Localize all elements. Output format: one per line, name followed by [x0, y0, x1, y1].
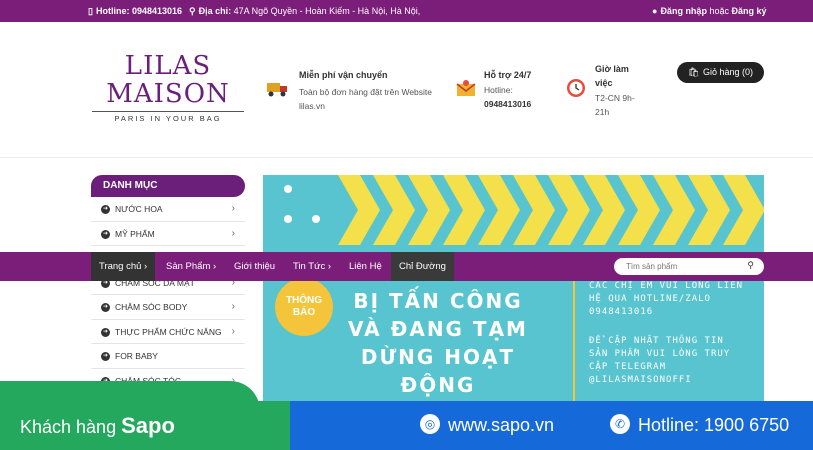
banner-contact-info: CÁC CHỊ EM VUI LÒNG LIÊN HỆ QUA HOTLINE/… — [589, 280, 764, 387]
arrow-circle-icon: ➜ — [101, 205, 110, 214]
sapo-promo-bar: Khách hàng Sapo ◎ www.sapo.vn ✆ Hotline: 1… — [0, 401, 813, 450]
contact-line: HỆ QUA HOTLINE/ZALO — [589, 294, 711, 304]
nav-contact[interactable]: Liên Hệ — [341, 252, 390, 281]
chevron-right-icon: › — [231, 325, 235, 337]
clock-icon — [567, 79, 585, 97]
login-link[interactable]: Đăng nhập — [660, 6, 707, 16]
search-box: ⚲ — [614, 258, 764, 275]
map-pin-icon: ⚲ — [189, 6, 196, 16]
headline-line: BỊ TẤN CÔNG — [353, 289, 523, 313]
search-icon[interactable]: ⚲ — [747, 260, 754, 271]
phone-icon: ▯ — [88, 6, 93, 16]
contact-line: ĐỂ CẬP NHẬT THÔNG TIN — [589, 336, 724, 346]
globe-icon: ◎ — [420, 414, 440, 435]
site-header: LILAS MAISON PARIS IN YOUR BAG Miễn phí … — [0, 22, 813, 158]
support-mail-icon — [456, 80, 476, 96]
hours-line2: 21h — [595, 107, 610, 117]
chevron-right-icon: › — [231, 227, 235, 239]
hours-title: Giờ làm — [595, 64, 629, 74]
nav-news[interactable]: Tin Tức › — [285, 252, 339, 281]
chevron-right-icon: › — [231, 203, 235, 214]
promo-prefix: Khách hàng — [20, 417, 117, 437]
logo-brand: LILAS MAISON — [106, 51, 230, 109]
sidebar-item-label: CHĂM SÓC BODY — [115, 302, 188, 312]
sidebar-item-label: FOR BABY — [115, 351, 158, 361]
decor-dot — [284, 185, 292, 193]
sidebar-item-label: MỸ PHẨM — [115, 228, 155, 239]
decor-dot — [312, 215, 320, 223]
address-text: 47A Ngõ Quyền - Hoàn Kiếm - Hà Nội, Hà N… — [233, 6, 421, 16]
banner-divider — [573, 275, 575, 415]
contact-line: 0948413016 — [589, 307, 654, 317]
hours-line1: T2-CN 9h- — [595, 93, 635, 103]
chevron-stripe-graphic — [338, 175, 764, 245]
cart-label: Giỏ hàng (0) — [703, 67, 754, 77]
headline-line: DỪNG HOẠT — [360, 345, 516, 369]
logo-tagline: PARIS IN YOUR BAG — [92, 111, 244, 123]
promo-hotline[interactable]: ✆ Hotline: 1900 6750 — [610, 401, 789, 450]
arrow-circle-icon: ➜ — [101, 229, 110, 239]
sidebar-item-label: NƯỚC HOA — [115, 204, 163, 214]
support-line1: Hotline: — [484, 85, 513, 95]
sidebar-item-label: THỰC PHẨM CHỨC NĂNG — [115, 326, 222, 337]
topbar-address: ⚲ Địa chỉ: 47A Ngõ Quyền - Hoàn Kiếm - Hà… — [189, 6, 420, 17]
promo-customer-text: Khách hàng Sapo — [20, 401, 175, 450]
truck-icon — [267, 83, 287, 97]
contact-line: SẢN PHẨM VUI LÒNG TRUY — [589, 349, 731, 359]
hours-title-2: việc — [595, 78, 613, 88]
shipping-title: Miễn phí vận chuyển — [299, 70, 388, 80]
top-bar: ▯ Hotline: 0948413016 ⚲ Địa chỉ: 47A Ngõ Q… — [0, 0, 813, 22]
promo-website[interactable]: ◎ www.sapo.vn — [420, 401, 554, 450]
or-text: hoặc — [709, 6, 729, 16]
notice-badge: THÔNG BÁO — [275, 278, 333, 336]
cart-icon: 🛍 — [688, 67, 700, 77]
sidebar-item-my-pham[interactable]: ➜ MỸ PHẨM › — [91, 221, 245, 246]
phone-icon: ✆ — [610, 414, 630, 435]
site-logo[interactable]: LILAS MAISON PARIS IN YOUR BAG — [92, 52, 244, 123]
arrow-circle-icon: ➜ — [101, 327, 110, 337]
category-sidebar: DANH MỤC ➜ NƯỚC HOA › ➜ MỸ PHẨM › ➜ CHĂM… — [91, 175, 245, 415]
headline-line: ĐỘNG — [400, 373, 476, 397]
search-input[interactable] — [626, 260, 741, 273]
decor-dot — [284, 215, 292, 223]
banner-headline: TRANG LILAS BỊ TẤN CÔNG VÀ ĐANG TẠM DỪNG… — [323, 261, 553, 399]
sidebar-heading: DANH MỤC — [91, 175, 245, 197]
support-title: Hỗ trợ 24/7 — [484, 70, 532, 80]
contact-line: @LILASMAISONOFFI — [589, 375, 692, 385]
contact-line: CẬP TELEGRAM — [589, 362, 667, 372]
topbar-hotline[interactable]: ▯ Hotline: 0948413016 — [88, 6, 182, 17]
address-label: Địa chỉ: — [198, 6, 232, 16]
nav-home[interactable]: Trang chủ › — [91, 252, 156, 281]
sapo-logo: Sapo — [121, 413, 175, 438]
topbar-account: ● Đăng nhập hoặc Đăng ký — [652, 6, 767, 16]
chevron-right-icon: › — [231, 301, 235, 312]
nav-about[interactable]: Giới thiệu — [226, 252, 283, 281]
hotline-label: Hotline: — [95, 6, 130, 16]
hotline-text: Hotline: 1900 6750 — [638, 415, 790, 435]
sidebar-item-cham-soc-body[interactable]: ➜ CHĂM SÓC BODY › — [91, 295, 245, 320]
shipping-line2: lilas.vn — [299, 101, 325, 111]
contact-line: CÁC CHỊ EM VUI LÒNG LIÊN — [589, 281, 744, 291]
register-link[interactable]: Đăng ký — [732, 6, 767, 16]
sidebar-item-nuoc-hoa[interactable]: ➜ NƯỚC HOA › — [91, 197, 245, 222]
nav-products[interactable]: Sản Phẩm › — [158, 252, 224, 281]
nav-directions[interactable]: Chỉ Đường — [391, 252, 454, 281]
badge-line: BÁO — [292, 307, 316, 318]
headline-line: VÀ ĐANG TẠM — [348, 317, 528, 341]
badge-line: THÔNG — [285, 295, 323, 306]
hotline-number: 0948413016 — [131, 6, 183, 16]
website-text: www.sapo.vn — [448, 415, 555, 435]
cart-button[interactable]: 🛍 Giỏ hàng (0) — [677, 62, 764, 83]
sidebar-item-thuc-pham-chuc-nang[interactable]: ➜ THỰC PHẨM CHỨC NĂNG › — [91, 319, 245, 344]
arrow-circle-icon: ➜ — [101, 352, 110, 361]
arrow-circle-icon: ➜ — [101, 303, 110, 312]
support-hotline: 0948413016 — [484, 99, 532, 109]
user-icon: ● — [652, 6, 658, 16]
announcement-banner[interactable]: TRANG LILAS BỊ TẤN CÔNG VÀ ĐANG TẠM DỪNG… — [263, 175, 764, 415]
sidebar-item-for-baby[interactable]: ➜ FOR BABY — [91, 344, 245, 369]
shipping-line1: Toàn bộ đơn hàng đặt trên Website — [299, 87, 433, 97]
